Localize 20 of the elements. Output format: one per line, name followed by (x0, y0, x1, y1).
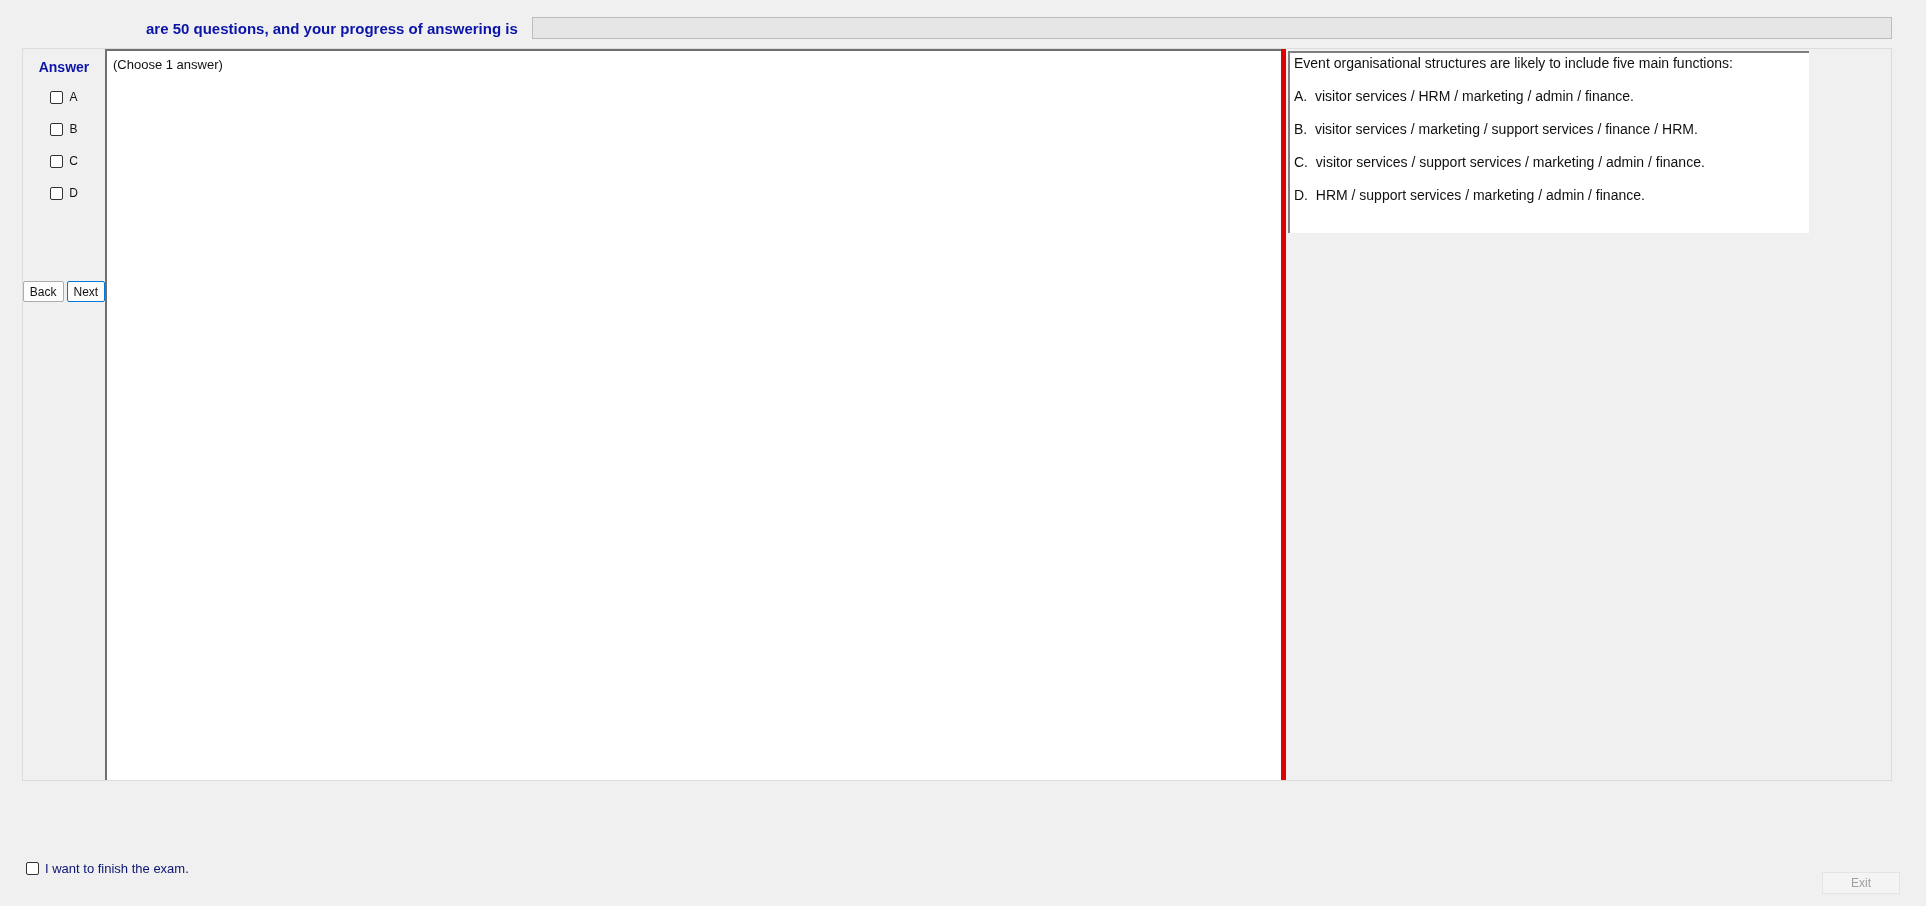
answer-checkbox[interactable] (50, 122, 64, 136)
answer-checkbox[interactable] (50, 186, 64, 200)
answer-checkbox[interactable] (50, 90, 64, 104)
choice-text: C. visitor services / support services / marketing / admin / finance. (1294, 154, 1706, 170)
question-text: Event organisational structures are likely to include five main functions: (1294, 55, 1734, 71)
nav-button[interactable]: Next (66, 281, 106, 302)
finish-label: I want to finish the exam. (45, 861, 189, 876)
option-label: D (69, 186, 78, 200)
finish-checkbox[interactable] (26, 862, 39, 875)
option-label: B (69, 122, 78, 136)
option-label: C (69, 154, 78, 168)
answer-title: Answer (38, 59, 90, 75)
choice-text: A. visitor services / HRM / marketing / admin / finance. (1294, 88, 1635, 104)
choice-text: D. HRM / support services / marketing / admin / finance. (1294, 187, 1646, 203)
option-label: A (69, 90, 78, 104)
nav-button[interactable]: Back (22, 281, 64, 302)
progress-label: are 50 questions, and your progress of answering is (146, 19, 518, 37)
answer-checkbox[interactable] (50, 154, 64, 168)
choice-text: B. visitor services / marketing / support services / finance / HRM. (1294, 121, 1699, 137)
instruction-text: (Choose 1 answer) (113, 57, 223, 72)
